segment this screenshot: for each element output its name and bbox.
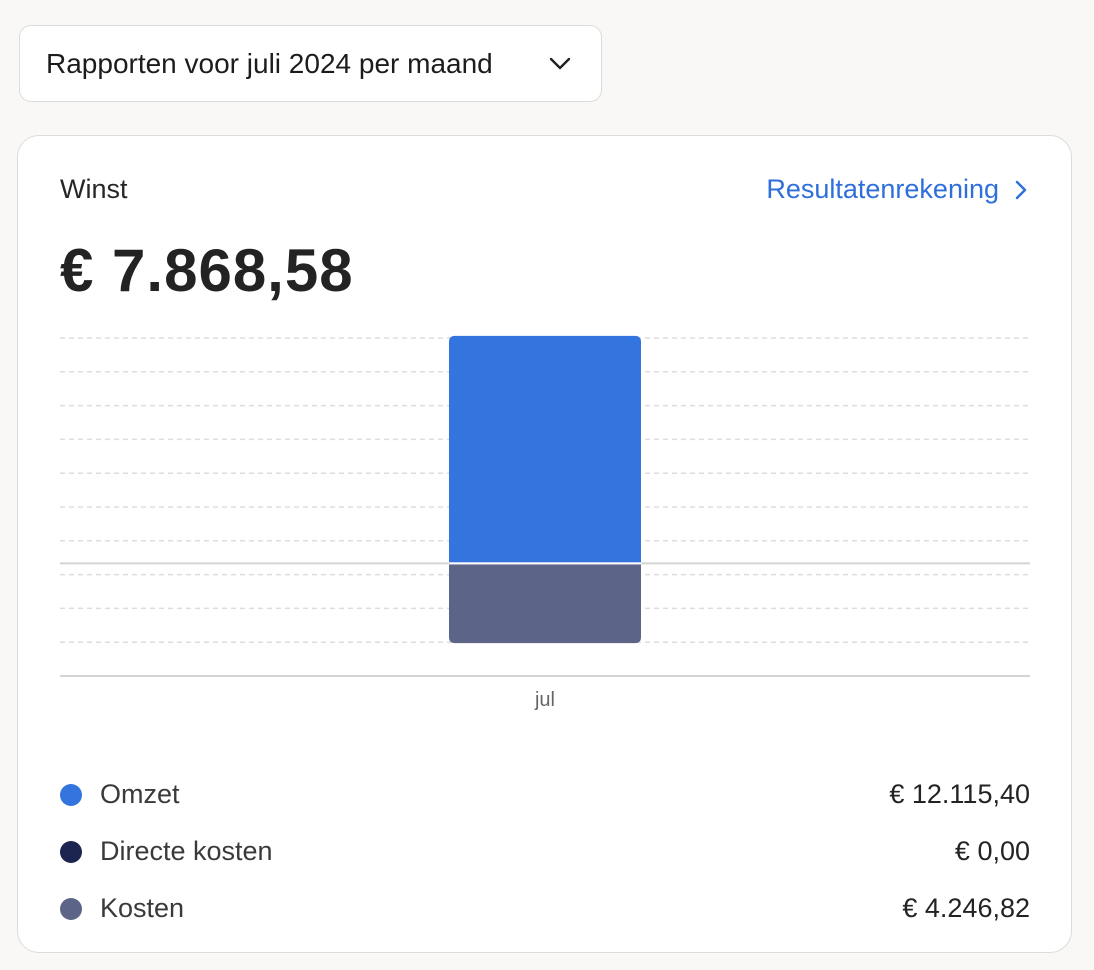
income-statement-link-label: Resultatenrekening (766, 174, 999, 204)
profit-value: € 7.868,58 (60, 237, 354, 304)
legend-row-directe_kosten: Directe kosten € 0,00 (60, 823, 1030, 880)
profit-chart: jul (60, 335, 1030, 711)
legend-value: € 4.246,82 (902, 893, 1030, 923)
card-title: Winst (60, 174, 128, 204)
profit-card: Winst Resultatenrekening € 7.868,58 jul … (17, 135, 1072, 953)
legend-row-kosten: Kosten € 4.246,82 (60, 880, 1030, 937)
legend-dot-omzet (60, 783, 82, 806)
chevron-right-icon (1015, 180, 1027, 199)
x-tick-label: jul (534, 689, 555, 711)
period-select-label: Rapporten voor juli 2024 per maand (46, 47, 493, 79)
chart-legend: Omzet € 12.115,40 Directe kosten € 0,00 Kost… (60, 766, 1030, 937)
bar-kosten (449, 563, 641, 644)
legend-dot-directe_kosten (60, 840, 82, 863)
legend-value: € 12.115,40 (889, 779, 1030, 809)
legend-dot-kosten (60, 897, 82, 920)
income-statement-link[interactable]: Resultatenrekening (766, 174, 1027, 205)
period-select[interactable]: Rapporten voor juli 2024 per maand (19, 25, 602, 102)
legend-row-omzet: Omzet € 12.115,40 (60, 766, 1030, 823)
legend-name: Directe kosten (100, 836, 273, 866)
legend-value: € 0,00 (954, 836, 1030, 866)
legend-name: Omzet (100, 779, 180, 809)
bar-omzet (449, 335, 641, 564)
legend-name: Kosten (100, 893, 185, 923)
chevron-down-icon (549, 57, 571, 69)
